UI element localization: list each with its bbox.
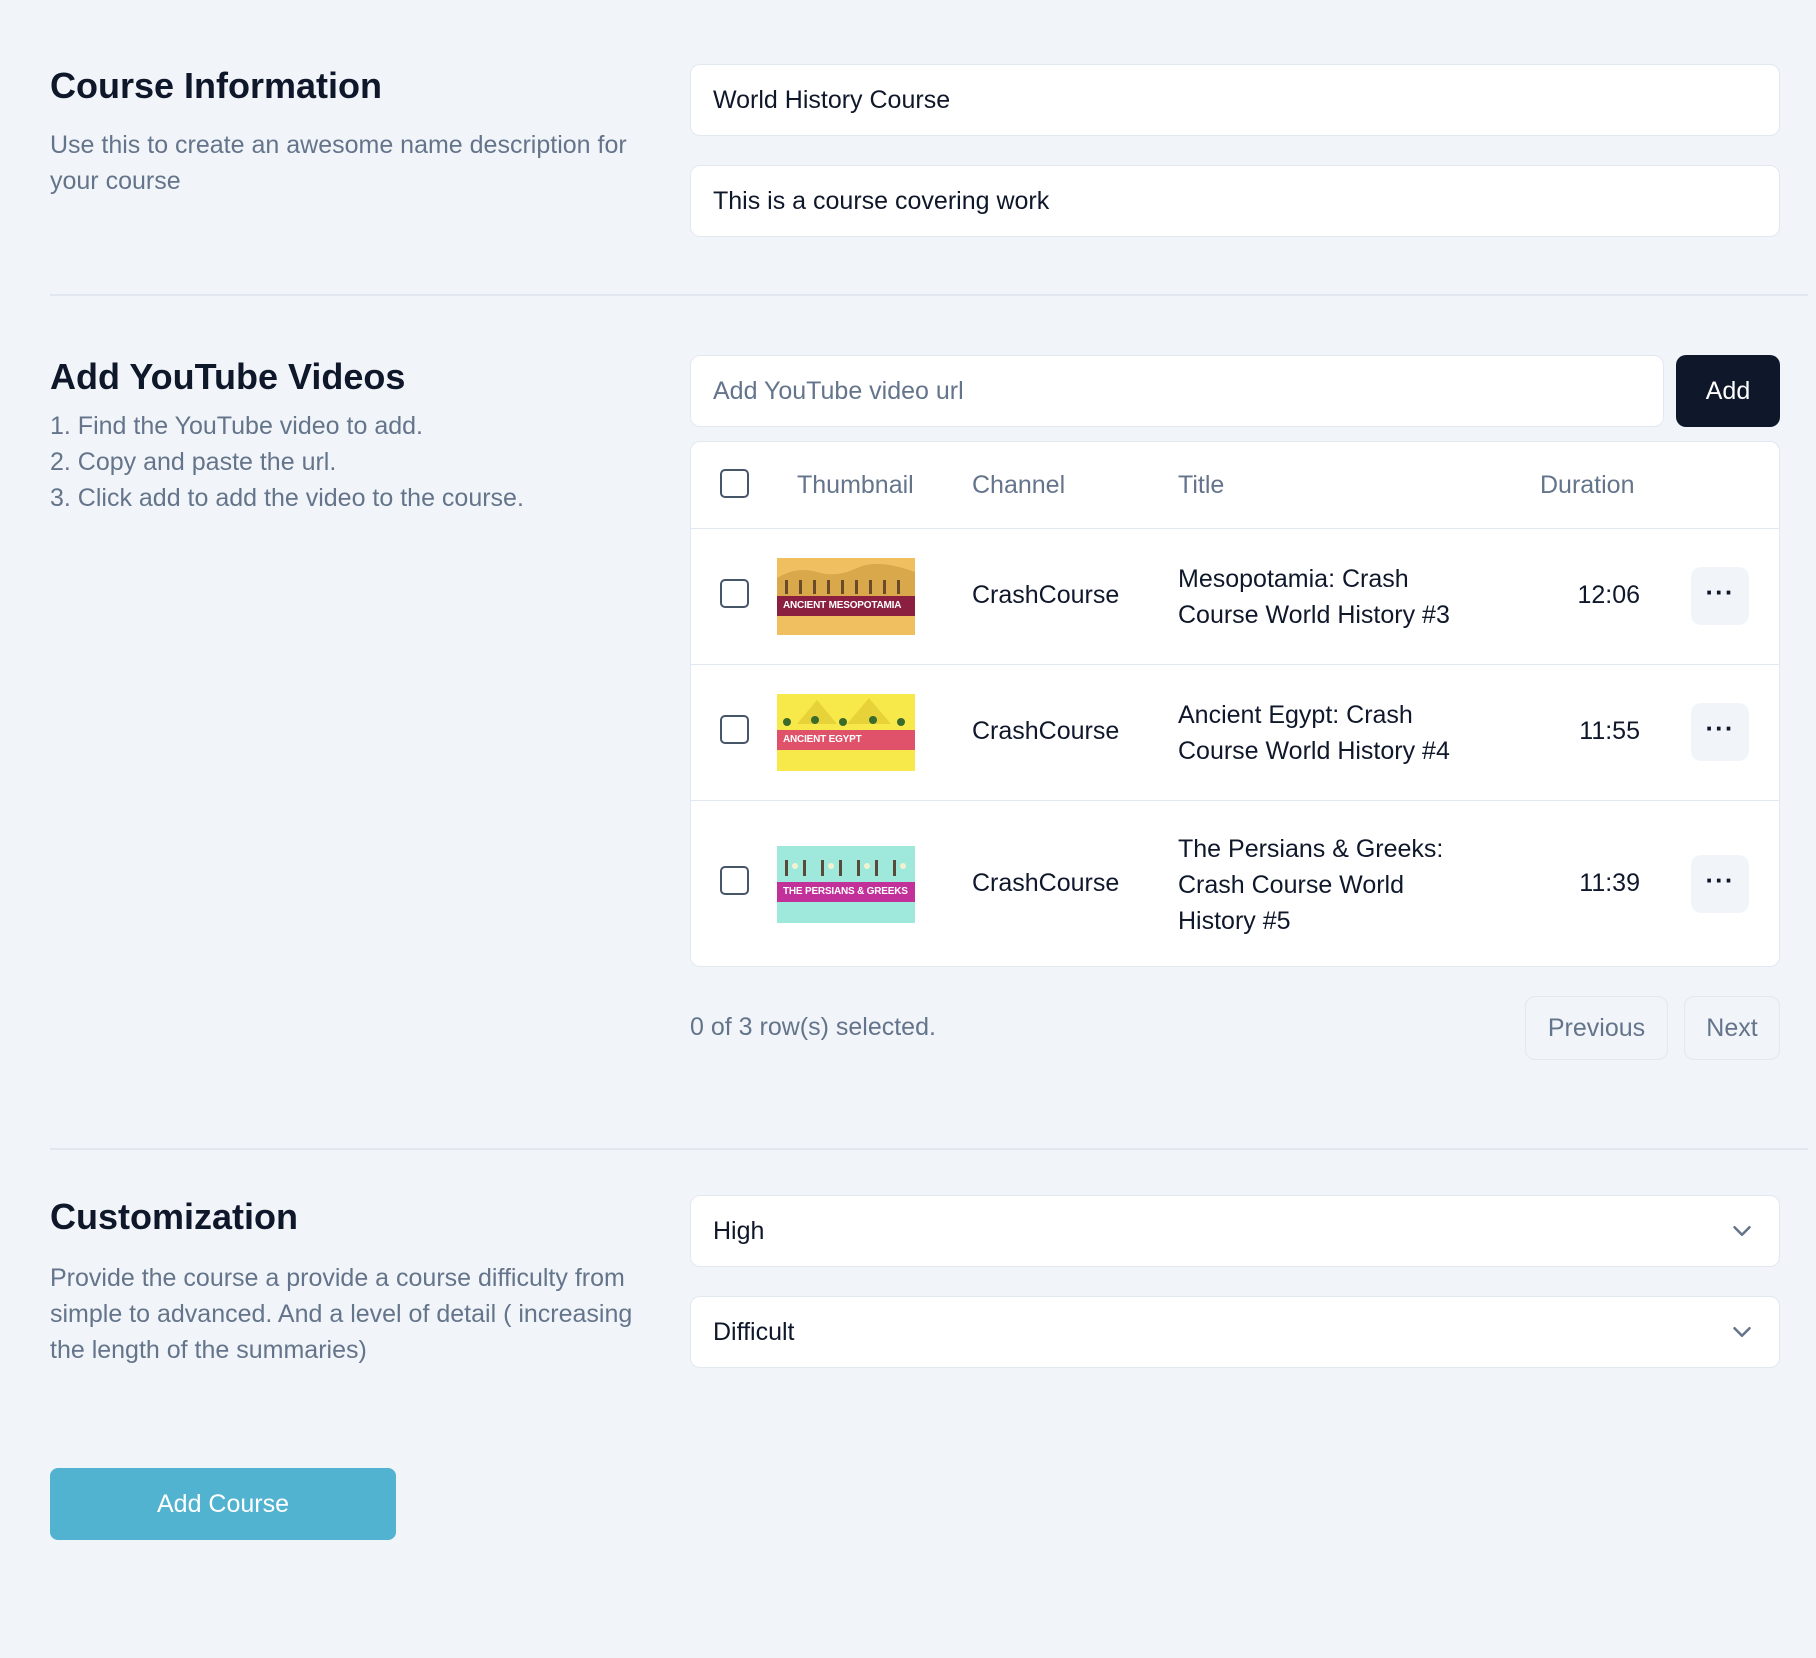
channel-cell: CrashCourse <box>972 717 1120 745</box>
title-cell: The Persians & Greeks: Crash Course Worl… <box>1178 835 1444 935</box>
video-thumbnail: ANCIENT EGYPT <box>777 694 915 771</box>
video-thumbnail: THE PERSIANS & GREEKS <box>777 846 915 923</box>
course-description-input[interactable]: This is a course covering work <box>690 165 1780 237</box>
youtube-videos-section: Add YouTube Videos 1. Find the YouTube v… <box>50 355 1808 1075</box>
selection-count: 0 of 3 row(s) selected. <box>690 1013 936 1041</box>
column-header-channel[interactable]: Channel <box>972 442 1065 529</box>
youtube-videos-heading: Add YouTube Videos <box>50 356 406 397</box>
title-cell: Mesopotamia: Crash Course World History … <box>1178 565 1450 629</box>
row-checkbox[interactable] <box>720 579 749 608</box>
table-row[interactable]: ANCIENT MESOPOTAMIA CrashCourse Mesopota… <box>691 529 1779 665</box>
add-course-button[interactable]: Add Course <box>50 1468 396 1540</box>
channel-cell: CrashCourse <box>972 869 1120 897</box>
table-header: Thumbnail Channel Title Duration <box>691 442 1779 529</box>
difficulty-select[interactable]: Difficult <box>690 1296 1780 1368</box>
table-row[interactable]: THE PERSIANS & GREEKS CrashCourse The Pe… <box>691 801 1779 966</box>
instruction-step: 3. Click add to add the video to the cou… <box>50 484 524 513</box>
difficulty-value: Difficult <box>713 1318 795 1346</box>
column-header-title[interactable]: Title <box>1178 442 1224 529</box>
title-cell: Ancient Egypt: Crash Course World Histor… <box>1178 701 1450 765</box>
course-name-input[interactable]: World History Course <box>690 64 1780 136</box>
videos-table: Thumbnail Channel Title Duration ANCIENT… <box>690 441 1780 967</box>
instructions-list: 1. Find the YouTube video to add. 2. Cop… <box>50 408 650 516</box>
duration-cell: 11:39 <box>1579 869 1640 897</box>
customization-description: Provide the course a provide a course di… <box>50 1264 633 1365</box>
youtube-url-input[interactable]: Add YouTube video url <box>690 355 1664 427</box>
instruction-step: 1. Find the YouTube video to add. <box>50 412 423 441</box>
channel-cell: CrashCourse <box>972 581 1120 609</box>
section-divider <box>50 1148 1808 1150</box>
column-header-duration[interactable]: Duration <box>1540 442 1635 529</box>
row-checkbox[interactable] <box>720 866 749 895</box>
chevron-down-icon <box>1733 1226 1751 1236</box>
detail-level-select[interactable]: High <box>690 1195 1780 1267</box>
chevron-down-icon <box>1733 1327 1751 1337</box>
ellipsis-icon[interactable]: ··· <box>1691 567 1749 625</box>
select-all-checkbox[interactable] <box>720 469 749 498</box>
add-video-button[interactable]: Add <box>1676 355 1780 427</box>
course-information-description: Use this to create an awesome name descr… <box>50 131 627 196</box>
customization-section: Customization Provide the course a provi… <box>50 1195 1808 1395</box>
video-thumbnail: ANCIENT MESOPOTAMIA <box>777 558 915 635</box>
course-form-page: Course Information Use this to create an… <box>0 0 1816 1658</box>
course-information-heading: Course Information <box>50 65 383 106</box>
column-header-thumbnail[interactable]: Thumbnail <box>797 442 914 529</box>
next-page-button[interactable]: Next <box>1684 996 1780 1060</box>
ellipsis-icon[interactable]: ··· <box>1691 855 1749 913</box>
instruction-step: 2. Copy and paste the url. <box>50 448 337 477</box>
table-row[interactable]: ANCIENT EGYPT CrashCourse Ancient Egypt:… <box>691 665 1779 801</box>
course-information-section: Course Information Use this to create an… <box>50 64 1808 264</box>
customization-heading: Customization <box>50 1196 298 1237</box>
duration-cell: 11:55 <box>1579 717 1640 745</box>
ellipsis-icon[interactable]: ··· <box>1691 703 1749 761</box>
row-checkbox[interactable] <box>720 715 749 744</box>
thumbnail-caption: THE PERSIANS & GREEKS <box>777 882 915 902</box>
detail-level-value: High <box>713 1217 765 1245</box>
thumbnail-caption: ANCIENT MESOPOTAMIA <box>777 596 915 616</box>
duration-cell: 12:06 <box>1577 581 1640 609</box>
thumbnail-caption: ANCIENT EGYPT <box>777 730 915 750</box>
previous-page-button[interactable]: Previous <box>1525 996 1668 1060</box>
section-divider <box>50 294 1808 296</box>
